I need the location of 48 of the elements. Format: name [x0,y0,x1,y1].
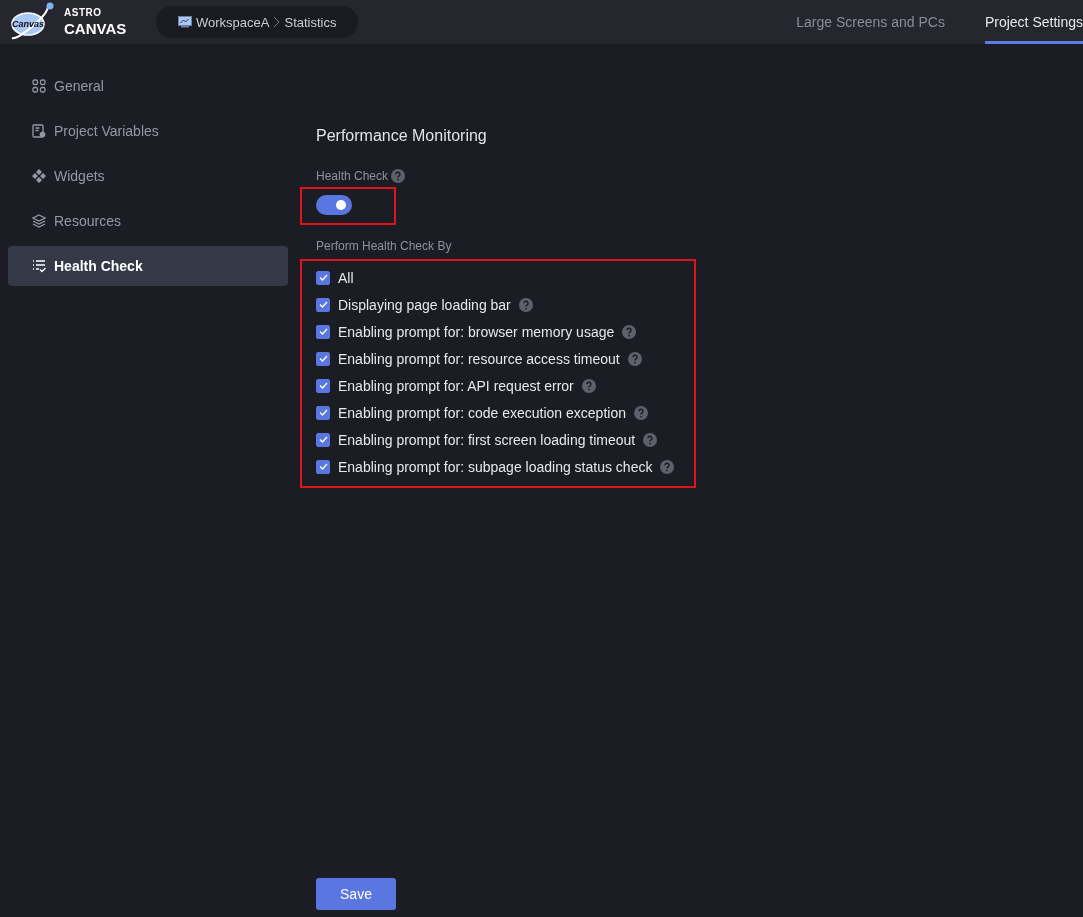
toggle-switch[interactable] [316,195,352,215]
sidebar-item[interactable]: General [8,66,288,106]
option-label: Enabling prompt for: subpage loading status check [338,458,653,475]
brand-name: ASTRO [64,8,103,18]
save-button[interactable]: Save [316,878,396,910]
diamonds-icon [32,169,46,183]
sidebar-item[interactable]: Resources [8,201,288,241]
option-label: Displaying page loading bar [338,296,511,313]
option-label: Enabling prompt for: first screen loading timeout [338,431,636,448]
help-icon[interactable] [622,324,637,339]
checkbox[interactable] [316,351,330,366]
tab[interactable]: Project Settings [984,0,1083,44]
checklist-icon [32,259,46,273]
checkbox[interactable] [316,270,330,285]
field-label: Health Check [316,169,389,183]
checkbox[interactable] [316,432,330,447]
brand-name: CANVAS [64,21,127,36]
chevron-right-icon [273,16,281,28]
help-icon[interactable] [660,459,675,474]
sidebar-item[interactable]: Project Variables [8,111,288,151]
help-icon[interactable] [391,169,406,183]
option-label: Enabling prompt for: API request error [338,377,574,394]
sidebar-item[interactable]: Health Check [8,246,288,286]
tab[interactable]: Large Screens and PCs [796,0,945,44]
checkbox[interactable] [316,378,330,393]
breadcrumb-link[interactable]: WorkspaceA [196,14,270,30]
option-label: Enabling prompt for: resource access timeout [338,350,620,367]
breadcrumb-link[interactable]: Statistics [284,14,337,30]
help-icon[interactable] [633,405,648,420]
chart-monitor-icon [178,16,192,28]
checkbox[interactable] [316,405,330,420]
help-icon[interactable] [518,297,533,312]
grid-icon [32,79,46,93]
section-title: Performance Monitoring [316,127,487,145]
sidebar-item[interactable]: Widgets [8,156,288,196]
checkbox[interactable] [316,459,330,474]
layers-icon [32,214,46,228]
help-icon[interactable] [643,432,658,447]
checkbox[interactable] [316,324,330,339]
help-icon[interactable] [581,378,596,393]
checkbox[interactable] [316,297,330,312]
help-icon[interactable] [627,351,642,366]
document-icon [32,124,46,138]
logo-drawing: Canvas [8,2,54,42]
field-label: Perform Health Check By [316,239,452,253]
option-label: All [338,269,354,286]
option-label: Enabling prompt for: code execution exception [338,404,626,421]
option-label: Enabling prompt for: browser memory usage [338,323,615,340]
